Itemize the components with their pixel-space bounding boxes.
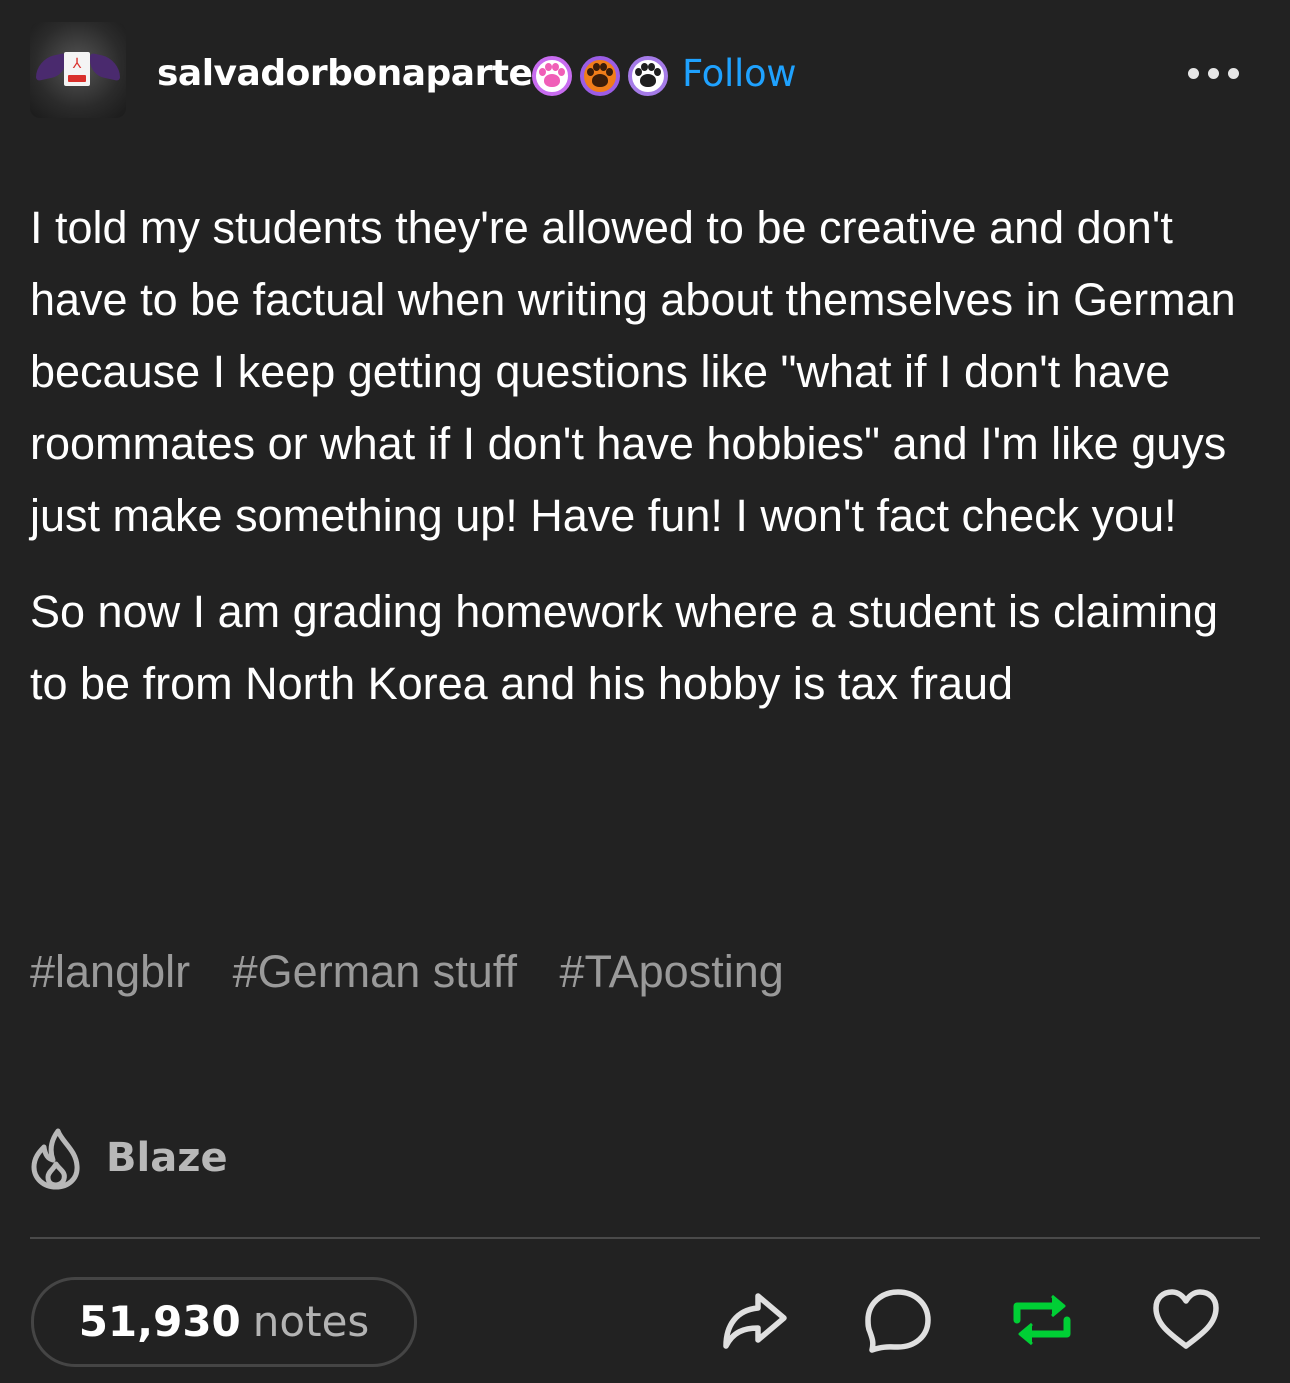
badge-group [530,54,674,98]
heart-icon [1153,1289,1219,1349]
post-paragraph-2: So now I am grading homework where a stu… [30,586,1219,709]
tag-taposting[interactable]: #TAposting [559,946,783,997]
avatar[interactable]: ⅄ [30,22,126,118]
reblog-button[interactable] [1006,1284,1078,1356]
orange-paw-badge-icon[interactable] [580,56,620,96]
more-dots-icon [1188,68,1199,79]
reply-icon [865,1289,931,1353]
bat-wing-right [90,52,120,82]
reply-button[interactable] [862,1284,934,1356]
follow-button[interactable]: Follow [682,52,797,96]
like-button[interactable] [1150,1284,1222,1356]
bat-wing-left [36,52,66,82]
tag-list: #langblr #German stuff #TAposting [30,940,814,1004]
post-header: ⅄ salvadorbonaparte Follow [30,22,1260,118]
notes-count: 51,930 [78,1297,241,1346]
notes-button[interactable]: 51,930 notes [31,1277,417,1367]
post-paragraph-1: I told my students they're allowed to be… [30,202,1236,541]
black-paw-badge-icon[interactable] [628,56,668,96]
share-button[interactable] [718,1284,790,1356]
divider [30,1237,1260,1239]
flame-icon [31,1128,80,1190]
reblog-icon [1013,1294,1071,1346]
post-body: I told my students they're allowed to be… [30,192,1258,744]
username-link[interactable]: salvadorbonaparte [157,52,533,96]
tag-german-stuff[interactable]: #German stuff [233,946,517,997]
share-icon [723,1293,787,1349]
tag-langblr[interactable]: #langblr [30,946,190,997]
pdf-file-icon: ⅄ [64,52,90,86]
notes-label: notes [252,1297,370,1346]
pink-paw-badge-icon[interactable] [532,56,572,96]
blaze-label: Blaze [106,1135,228,1181]
more-options-button[interactable] [1184,58,1244,88]
